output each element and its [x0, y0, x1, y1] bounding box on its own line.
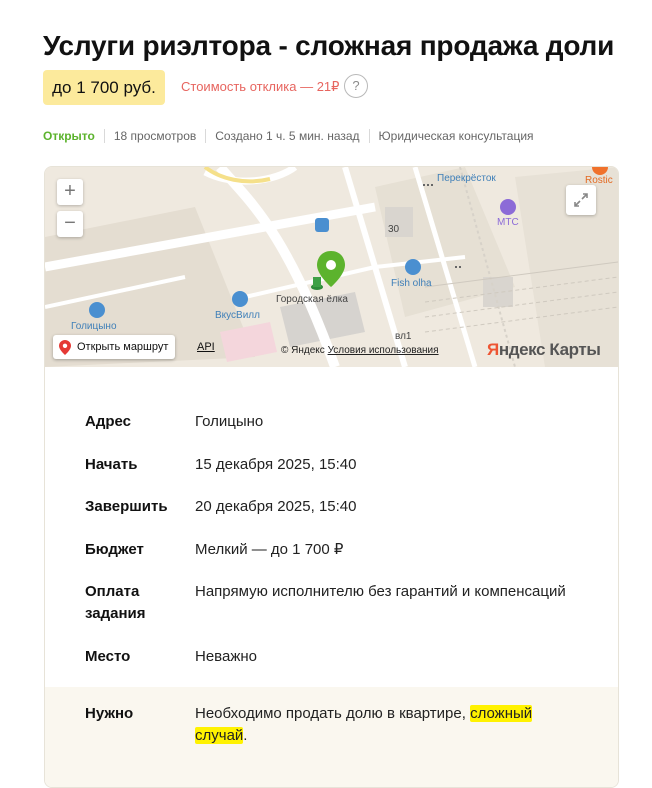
yandex-maps-logo[interactable]: Яндекс Карты [487, 340, 601, 360]
task-meta: Открыто 18 просмотров Создано 1 ч. 5 мин… [43, 129, 534, 143]
fullscreen-button[interactable] [566, 185, 596, 215]
copyright-text: © Яндекс [281, 345, 325, 356]
task-card: Перекрёсток МТС Rostic Fish olha Городск… [44, 166, 619, 788]
map-widget[interactable]: Перекрёсток МТС Rostic Fish olha Городск… [45, 167, 618, 367]
payment-label-line2: задания [85, 605, 146, 622]
need-text: Необходимо продать долю в квартире, слож… [195, 703, 595, 747]
map-label-house-30: 30 [388, 224, 400, 235]
start-value: 15 декабря 2025, 15:40 [195, 456, 357, 473]
place-label: Место [85, 648, 131, 665]
map-copyright: © Яндекс Условия использования [281, 345, 439, 356]
need-text-end: . [243, 727, 248, 744]
task-title: Услуги риэлтора - сложная продажа доли [43, 30, 615, 61]
response-cost: Стоимость отклика — 21₽ [181, 79, 340, 94]
yandex-logo-letter: Я [487, 340, 499, 359]
created-time: Создано 1 ч. 5 мин. назад [215, 129, 360, 143]
meta-divider [368, 129, 370, 143]
address-label: Адрес [85, 413, 132, 430]
detail-row-need: Нужно Необходимо продать долю в квартире… [45, 687, 618, 787]
need-highlight-2: случай [195, 727, 244, 744]
help-button[interactable]: ? [344, 74, 368, 98]
map-label-fish-olha: Fish olha [391, 278, 432, 289]
price-badge: до 1 700 руб. [43, 70, 165, 105]
meta-divider [205, 129, 207, 143]
terms-link[interactable]: Условия использования [328, 345, 439, 356]
payment-value: Напрямую исполнителю без гарантий и комп… [195, 583, 566, 600]
map-label-vkusvill: ВкусВилл [215, 310, 260, 321]
budget-value: Мелкий — до 1 700 ₽ [195, 541, 344, 558]
need-label: Нужно [85, 705, 134, 722]
category-link[interactable]: Юридическая консультация [379, 129, 534, 143]
map-label-vl1: вл1 [395, 331, 412, 342]
map-label-mts: МТС [497, 217, 519, 228]
place-value: Неважно [195, 648, 257, 665]
start-label: Начать [85, 456, 138, 473]
meta-divider [103, 129, 105, 143]
map-label-perekrestok: Перекрёсток [437, 173, 496, 184]
expand-icon [574, 193, 588, 207]
route-pin-icon [59, 340, 71, 355]
zoom-in-button[interactable]: + [57, 179, 83, 205]
open-route-label: Открыть маршрут [77, 341, 169, 353]
yandex-logo-text: ндекс Карты [498, 340, 601, 359]
end-label: Завершить [85, 498, 168, 515]
payment-label-line1: Оплата [85, 583, 140, 600]
payment-label: Оплата задания [85, 581, 185, 625]
zoom-out-button[interactable]: − [57, 211, 83, 237]
end-value: 20 декабря 2025, 15:40 [195, 498, 357, 515]
status-badge: Открыто [43, 129, 95, 143]
open-route-button[interactable]: Открыть маршрут [53, 335, 176, 359]
views-count: 18 просмотров [113, 129, 197, 143]
need-text-main: Необходимо продать долю в квартире, [195, 705, 471, 722]
map-label-gorodskaya-elka: Городская ёлка [276, 294, 348, 305]
budget-label: Бюджет [85, 541, 144, 558]
map-label-golitsyno: Голицыно [71, 321, 117, 332]
address-value: Голицыно [195, 413, 264, 430]
api-link[interactable]: API [197, 341, 215, 353]
need-highlight-1: сложный [470, 705, 533, 722]
